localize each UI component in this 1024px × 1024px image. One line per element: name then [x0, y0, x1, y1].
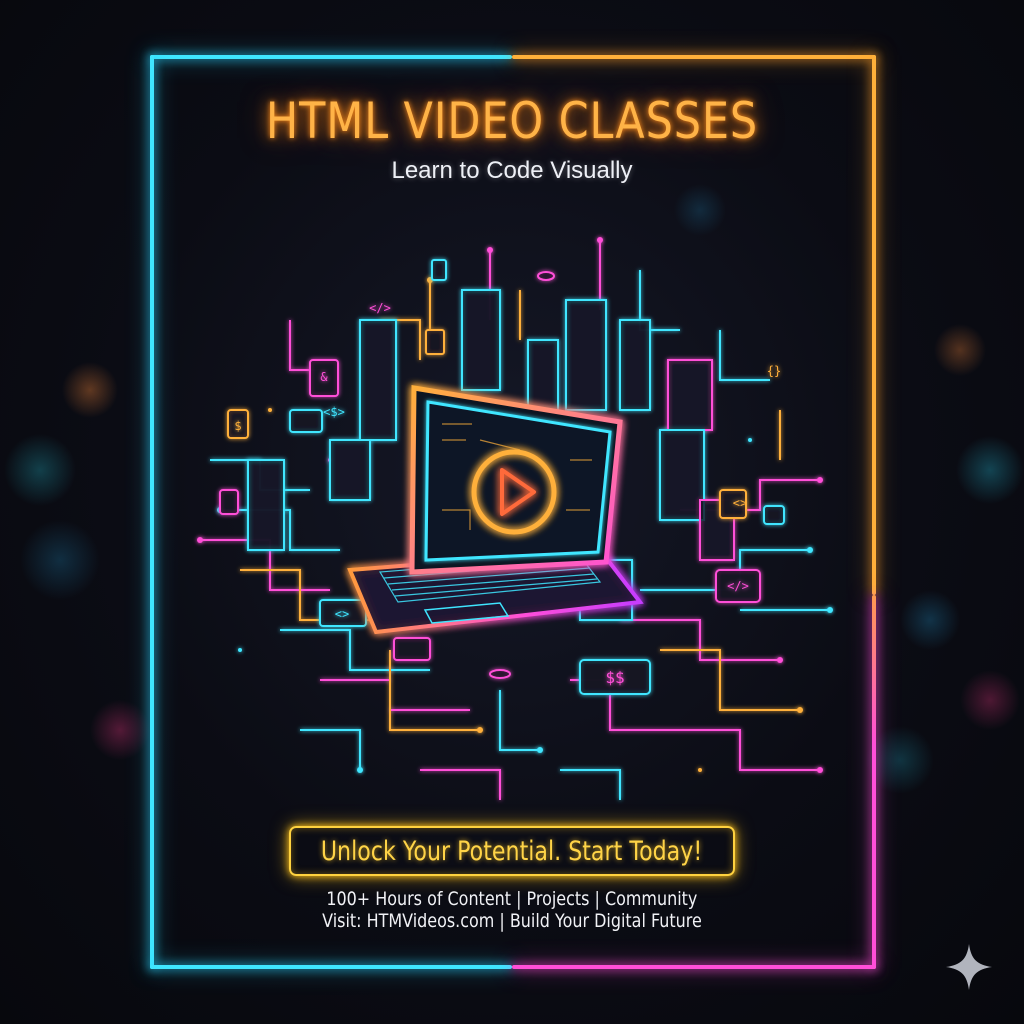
svg-text:<>: <> [335, 607, 349, 621]
svg-text:<$>: <$> [323, 405, 345, 419]
cta-text: Unlock Your Potential. Start Today! [321, 835, 703, 867]
sparkle-icon [946, 944, 992, 990]
poster: HTML VIDEO CLASSES Learn to Code Visuall… [0, 0, 1024, 1024]
neon-frame-right-top [872, 55, 876, 595]
neon-frame-bottom-left [150, 965, 512, 969]
svg-text:$: $ [234, 419, 241, 433]
neon-frame-left [150, 55, 154, 969]
svg-text:</>: </> [369, 301, 391, 315]
neon-frame-top-left [150, 55, 512, 59]
neon-frame-top-right [512, 55, 876, 59]
poster-title: HTML VIDEO CLASSES [265, 92, 759, 150]
info-line-website: Visit: HTMVideos.com | Build Your Digita… [180, 910, 844, 932]
svg-text:$$: $$ [605, 668, 624, 687]
info-line-features: 100+ Hours of Content | Projects | Commu… [180, 888, 844, 910]
info-line-website-text: Visit: HTMVideos.com | Build Your Digita… [322, 910, 702, 932]
poster-subtitle: Learn to Code Visually [391, 157, 633, 184]
svg-text:&: & [320, 370, 328, 384]
svg-text:<>: <> [733, 496, 747, 510]
neon-frame-right-bottom [872, 595, 876, 969]
neon-frame-bottom-right [512, 965, 876, 969]
info-line-features-text: 100+ Hours of Content | Projects | Commu… [326, 888, 698, 910]
neon-city-illustration: </> <$> {} <> $$ & </> $ <> [197, 237, 833, 800]
cta-banner[interactable]: Unlock Your Potential. Start Today! [289, 826, 735, 876]
svg-text:{}: {} [767, 364, 781, 378]
svg-text:</>: </> [727, 579, 749, 593]
